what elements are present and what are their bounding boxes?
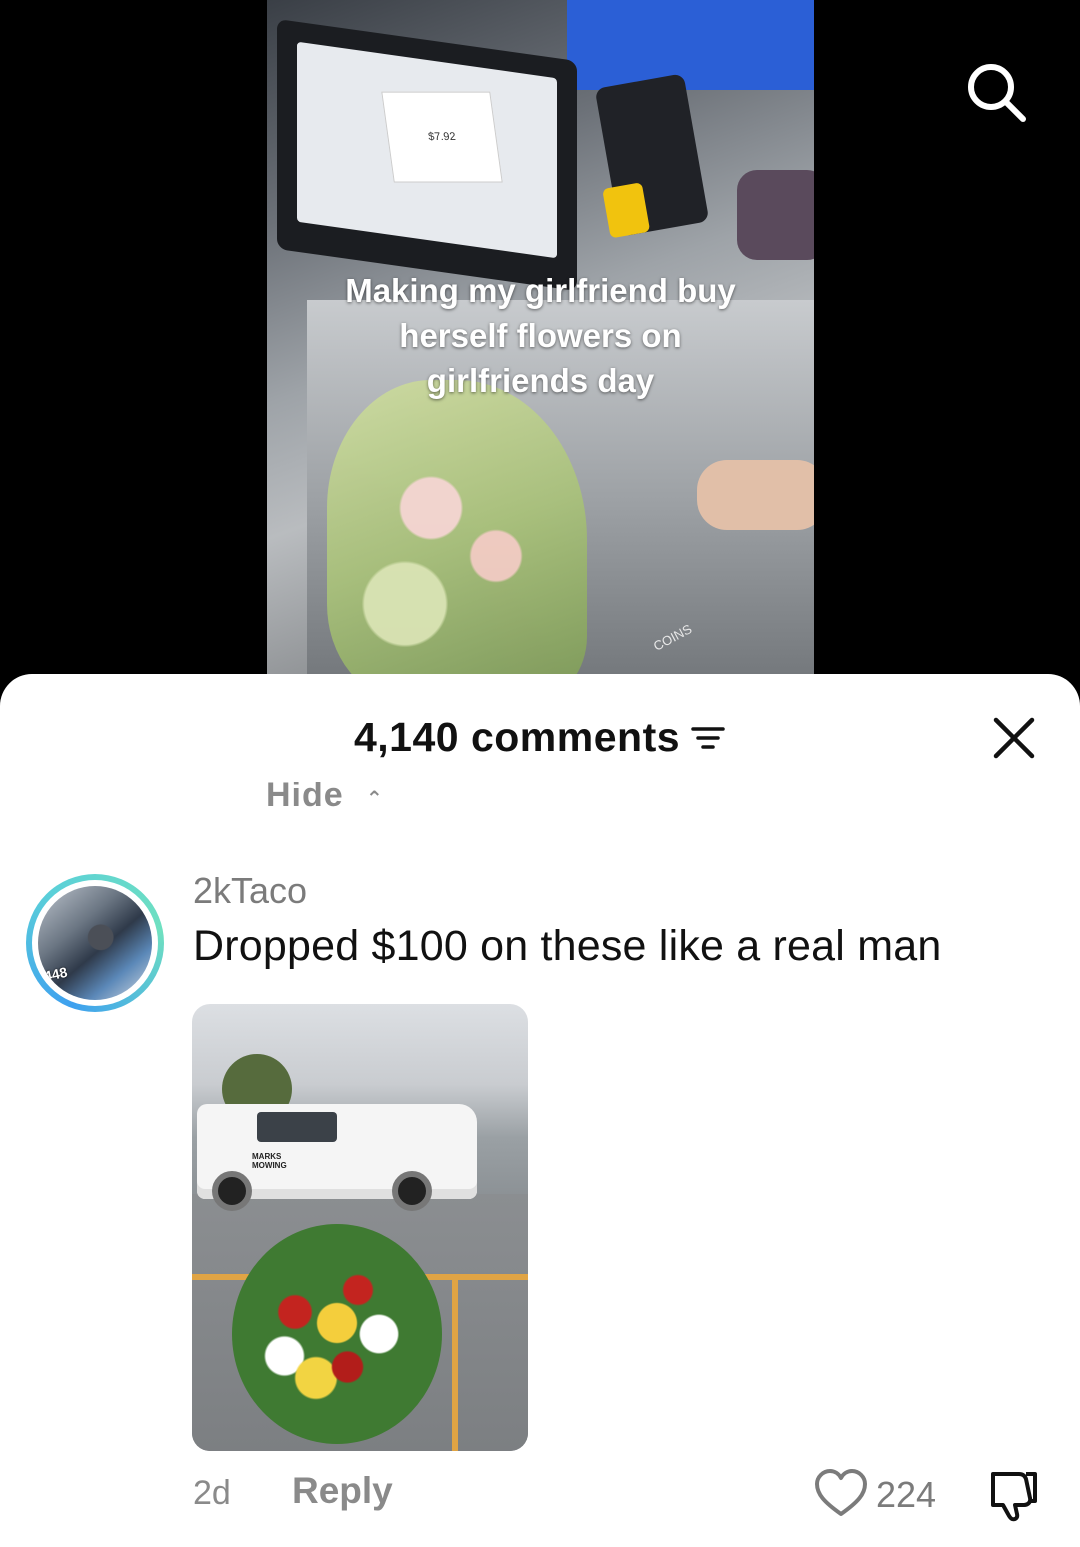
avatar-image: 448	[38, 886, 152, 1000]
comment-meta-row: 2d Reply 224	[0, 1464, 1080, 1524]
sheet-header: 4,140 comments	[0, 674, 1080, 804]
hide-label: Hide	[266, 782, 344, 814]
hand-with-wallet	[697, 460, 814, 530]
kiosk-screen: $7.92	[277, 18, 577, 292]
comment-username[interactable]: 2kTaco	[193, 870, 307, 912]
comment-attached-image[interactable]: MARKS MOWING	[192, 1004, 528, 1451]
white-truck: MARKS MOWING	[197, 1104, 477, 1211]
store-banner	[567, 0, 814, 90]
reply-button[interactable]: Reply	[292, 1470, 393, 1512]
video-caption: Making my girlfriend buy herself flowers…	[345, 272, 736, 399]
like-count: 224	[876, 1474, 937, 1515]
coin-slot-label: COINS	[650, 621, 695, 654]
chevron-up-icon: ⌃	[366, 788, 384, 810]
dislike-button[interactable]	[985, 1468, 1041, 1522]
card-reader	[594, 73, 710, 239]
comment-text: Dropped $100 on these like a real man	[193, 922, 942, 970]
price-display: $7.92	[381, 91, 503, 183]
like-button[interactable]	[814, 1468, 868, 1518]
truck-sign: MARKS MOWING	[252, 1152, 287, 1170]
lily-bouquet	[327, 380, 587, 700]
thumbs-down-icon	[991, 1472, 1037, 1522]
close-icon	[993, 717, 1035, 759]
hide-replies-toggle[interactable]: Hide ⌃	[266, 782, 426, 822]
comments-count-title: 4,140 comments	[353, 714, 681, 760]
heart-icon	[815, 1469, 867, 1516]
app-root: $7.92 COINS Making my girlfriend buy her…	[0, 0, 1080, 1547]
comment-time: 2d	[193, 1474, 231, 1512]
avatar-number: 448	[42, 963, 69, 985]
comments-sheet: 4,140 comments Hide ⌃ 448 2kTaco Dropped…	[0, 674, 1080, 1547]
avatar[interactable]: 448	[26, 874, 164, 1012]
search-icon	[968, 64, 1026, 122]
flower-bouquet	[232, 1224, 442, 1444]
sleeve	[737, 170, 814, 260]
search-button[interactable]	[958, 54, 1034, 130]
filter-icon[interactable]	[690, 723, 726, 753]
close-button[interactable]	[988, 712, 1040, 764]
